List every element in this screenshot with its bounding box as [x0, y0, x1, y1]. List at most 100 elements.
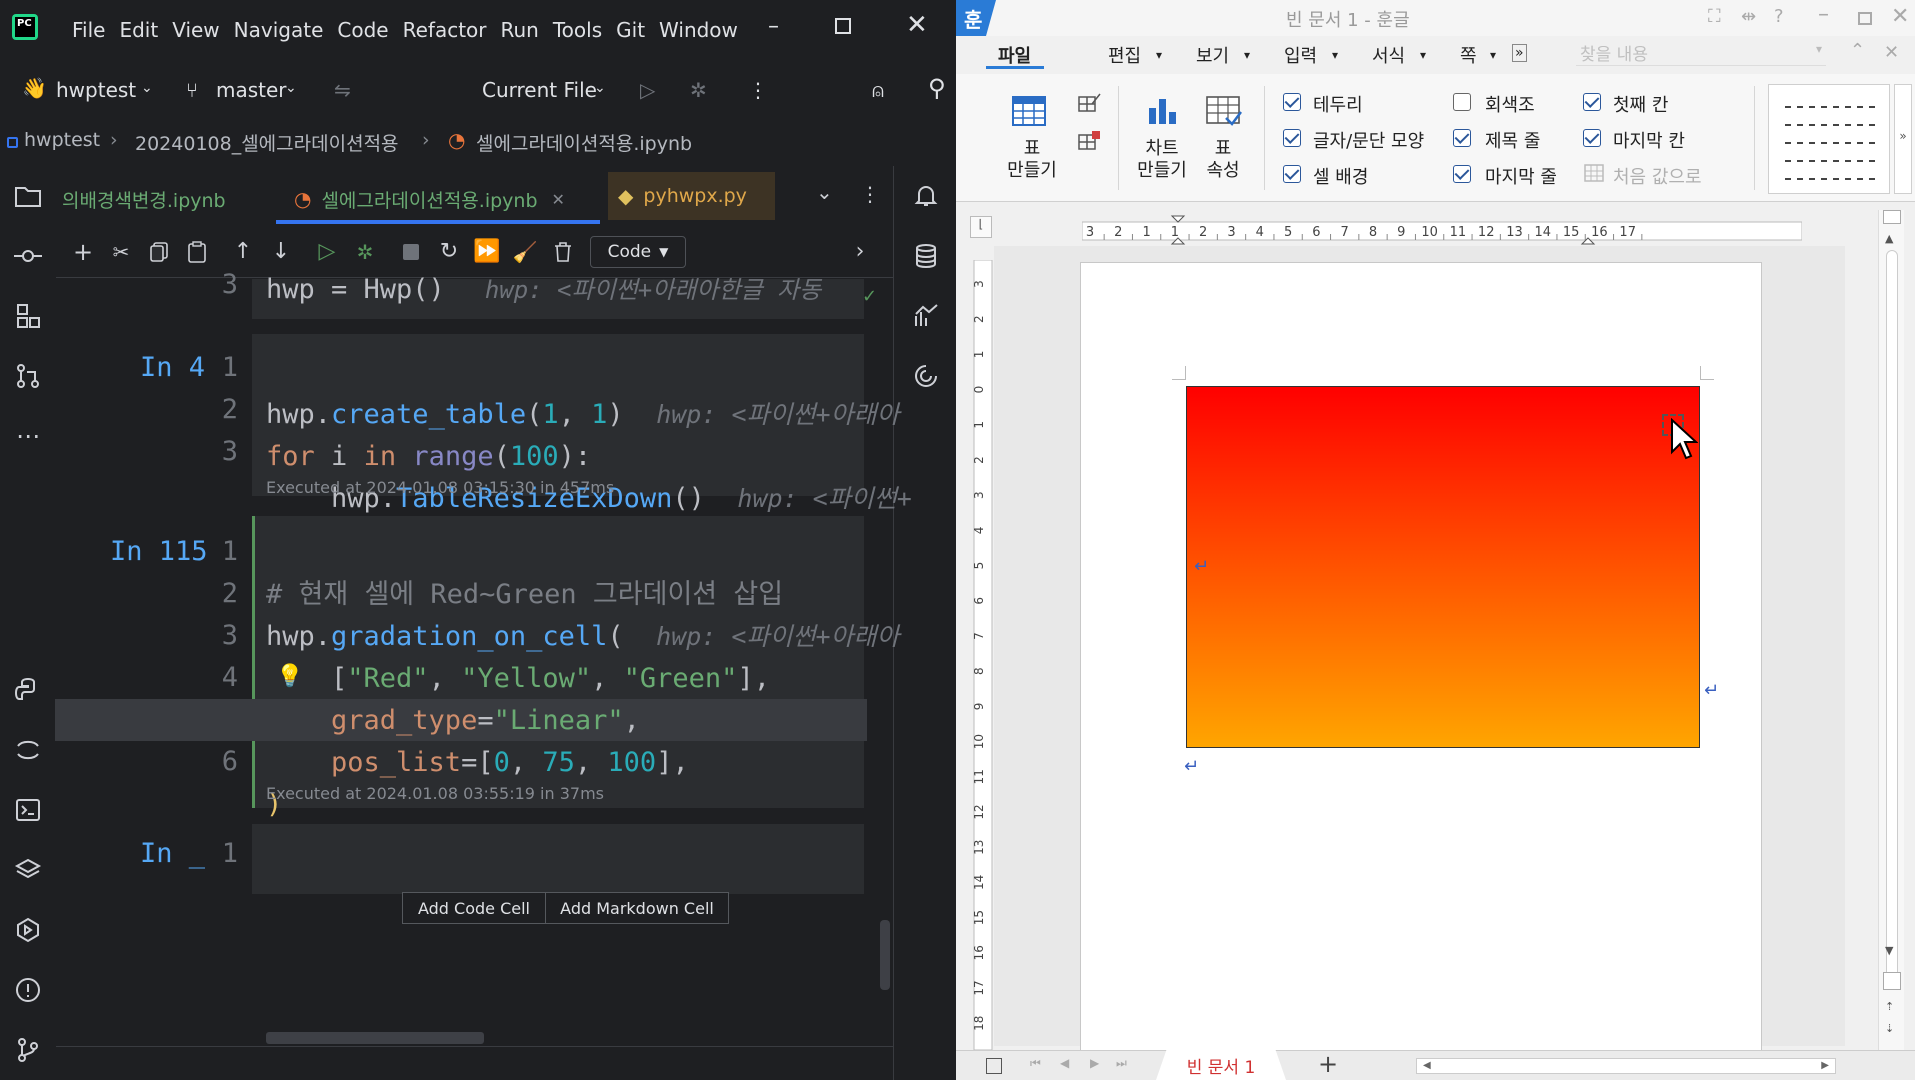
menu-code[interactable]: Code: [337, 18, 388, 42]
vertical-ruler[interactable]: 3210123456789101112131415161718: [972, 260, 994, 1050]
table-erase-icon[interactable]: [1078, 130, 1102, 156]
run-cell-icon[interactable]: ▷: [308, 239, 346, 264]
add-doc-tab-button[interactable]: +: [1318, 1050, 1338, 1078]
hwp-menu-page[interactable]: 쪽: [1460, 42, 1477, 68]
run-all-icon[interactable]: ⏩: [468, 239, 506, 264]
chevron-down-icon[interactable]: ⌄: [285, 80, 297, 96]
run-config-selector[interactable]: Current File: [482, 78, 597, 102]
gradient-table-cell[interactable]: [1186, 386, 1700, 748]
border-checkbox[interactable]: [1283, 93, 1301, 111]
branch-selector[interactable]: master: [216, 78, 287, 102]
tabs-more-icon[interactable]: ⋮: [860, 182, 880, 206]
add-user-icon[interactable]: ⍝: [872, 78, 884, 102]
tab-prev-notebook[interactable]: 의배경색변경.ipynb: [62, 172, 226, 226]
horizontal-ruler[interactable]: 3 2 1 1 2 3 4 5 6 7 8 9 10 11 12 13 14 15 16 17: [1082, 214, 1802, 246]
hwp-minimize-icon[interactable]: –: [1818, 2, 1829, 27]
horizontal-scrollbar[interactable]: [266, 1032, 484, 1044]
tab-pyhwpx[interactable]: ◆ pyhwpx.py: [608, 172, 775, 220]
menu-window[interactable]: Window: [659, 18, 738, 42]
hwp-menu-edit[interactable]: 편집: [1108, 42, 1141, 68]
code-cell-empty[interactable]: [252, 824, 864, 894]
database-icon[interactable]: [898, 226, 954, 286]
menu-overflow-icon[interactable]: »: [1512, 44, 1527, 62]
sciview-icon[interactable]: [898, 286, 954, 346]
chevron-down-icon[interactable]: ⌄: [594, 80, 606, 96]
menu-navigate[interactable]: Navigate: [234, 18, 324, 42]
menu-file[interactable]: File: [72, 18, 105, 42]
hwp-close-icon[interactable]: ✕: [1891, 4, 1909, 29]
clear-outputs-icon[interactable]: 🧹: [506, 240, 544, 264]
run-icon[interactable]: ▷: [640, 78, 655, 102]
breadcrumb-folder[interactable]: 20240108_셀에그라데이션적용: [135, 129, 399, 156]
menu-git[interactable]: Git: [616, 18, 645, 42]
project-selector[interactable]: hwptest: [56, 78, 136, 102]
debug-cell-icon[interactable]: ✲: [346, 240, 384, 264]
cut-icon[interactable]: ✂: [102, 240, 140, 264]
close-tab-icon[interactable]: ✕: [552, 190, 565, 209]
project-folder-icon[interactable]: [0, 166, 56, 226]
chevron-down-icon[interactable]: ⌄: [141, 80, 153, 96]
terminal-icon[interactable]: [0, 780, 56, 840]
hwp-maximize-icon[interactable]: [1858, 12, 1872, 25]
debug-icon[interactable]: ✲: [690, 78, 707, 102]
delete-icon[interactable]: [544, 241, 582, 262]
paste-icon[interactable]: [178, 240, 216, 263]
more-vertical-icon[interactable]: ⋮: [748, 78, 768, 102]
table-style-preview[interactable]: [1768, 84, 1890, 194]
cell-bg-checkbox[interactable]: [1283, 165, 1301, 183]
last-col-checkbox[interactable]: [1583, 129, 1601, 147]
menu-tools[interactable]: Tools: [553, 18, 602, 42]
last-page-icon[interactable]: ⏭: [1116, 1056, 1127, 1071]
minimize-icon[interactable]: –: [768, 14, 779, 39]
search-icon[interactable]: ⚲: [928, 74, 946, 102]
lightbulb-icon[interactable]: 💡: [276, 664, 303, 689]
next-page-icon[interactable]: ▶: [1090, 1056, 1099, 1070]
structure-icon[interactable]: [0, 286, 56, 346]
pycharm-logo-icon[interactable]: PC: [12, 14, 38, 40]
doc-horizontal-scrollbar[interactable]: ◀ ▶: [1416, 1058, 1836, 1074]
vcs-arrows-icon[interactable]: ⇋: [334, 78, 351, 102]
hwp-menu-format[interactable]: 서식: [1372, 42, 1405, 68]
commit-icon[interactable]: [0, 226, 56, 286]
ribbon-collapse-icon[interactable]: ⌃: [1850, 40, 1865, 61]
help-icon[interactable]: ?: [1774, 6, 1784, 27]
chart-make-button[interactable]: 차트 만들기: [1132, 138, 1192, 182]
doc-vertical-scrollbar[interactable]: ▲ ▼ ⇡ ⇣: [1878, 210, 1904, 1052]
tab-active-notebook[interactable]: ◔ 셀에그라데이션적용.ipynb ✕: [294, 172, 565, 226]
layers-icon[interactable]: [0, 840, 56, 900]
ribbon-close-icon[interactable]: ✕: [1884, 42, 1899, 63]
menu-run[interactable]: Run: [501, 18, 539, 42]
move-down-icon[interactable]: ↓: [262, 239, 300, 264]
menu-edit[interactable]: Edit: [119, 18, 158, 42]
tabs-dropdown-icon[interactable]: ⌄: [816, 180, 833, 204]
code-cell-selected[interactable]: # 현재 셀에 Red~Green 그라데이션 삽입 hwp.gradation…: [55, 516, 900, 820]
add-cell-icon[interactable]: +: [64, 238, 102, 266]
ruler-corner-icon[interactable]: ⌊: [970, 216, 992, 238]
problems-icon[interactable]: [0, 960, 56, 1020]
fullscreen-icon[interactable]: ⛶: [1708, 6, 1721, 27]
cell-type-select[interactable]: Code ▼: [590, 235, 686, 268]
last-row-checkbox[interactable]: [1453, 165, 1471, 183]
move-up-icon[interactable]: ↑: [224, 239, 262, 264]
hwp-menu-view[interactable]: 보기: [1196, 42, 1229, 68]
find-input[interactable]: 찾을 내용 ▾: [1576, 40, 1826, 66]
close-icon[interactable]: ✕: [906, 10, 928, 40]
reset-icon[interactable]: [1584, 164, 1606, 188]
prev-page-icon[interactable]: ◀: [1060, 1056, 1069, 1070]
breadcrumb-file[interactable]: 셀에그라데이션적용.ipynb: [476, 129, 692, 156]
notifications-bell-icon[interactable]: [898, 166, 954, 226]
pull-request-icon[interactable]: [0, 346, 56, 406]
table-props-button[interactable]: 표 속성: [1198, 138, 1248, 182]
table-grid-icon[interactable]: [1012, 96, 1046, 130]
hwp-menu-file[interactable]: 파일: [998, 42, 1031, 68]
stop-icon[interactable]: [392, 243, 430, 260]
breadcrumb-project[interactable]: hwptest: [24, 129, 100, 151]
more-horizontal-icon[interactable]: ⋯: [0, 406, 56, 466]
chart-icon[interactable]: [1146, 96, 1180, 130]
menu-refactor[interactable]: Refactor: [403, 18, 487, 42]
doc-tab-active[interactable]: 빈 문서 1: [1156, 1050, 1286, 1080]
vertical-scrollbar[interactable]: [880, 920, 890, 990]
table-draw-icon[interactable]: [1078, 92, 1102, 118]
menu-view[interactable]: View: [172, 18, 219, 42]
grayscale-checkbox[interactable]: [1453, 93, 1471, 111]
